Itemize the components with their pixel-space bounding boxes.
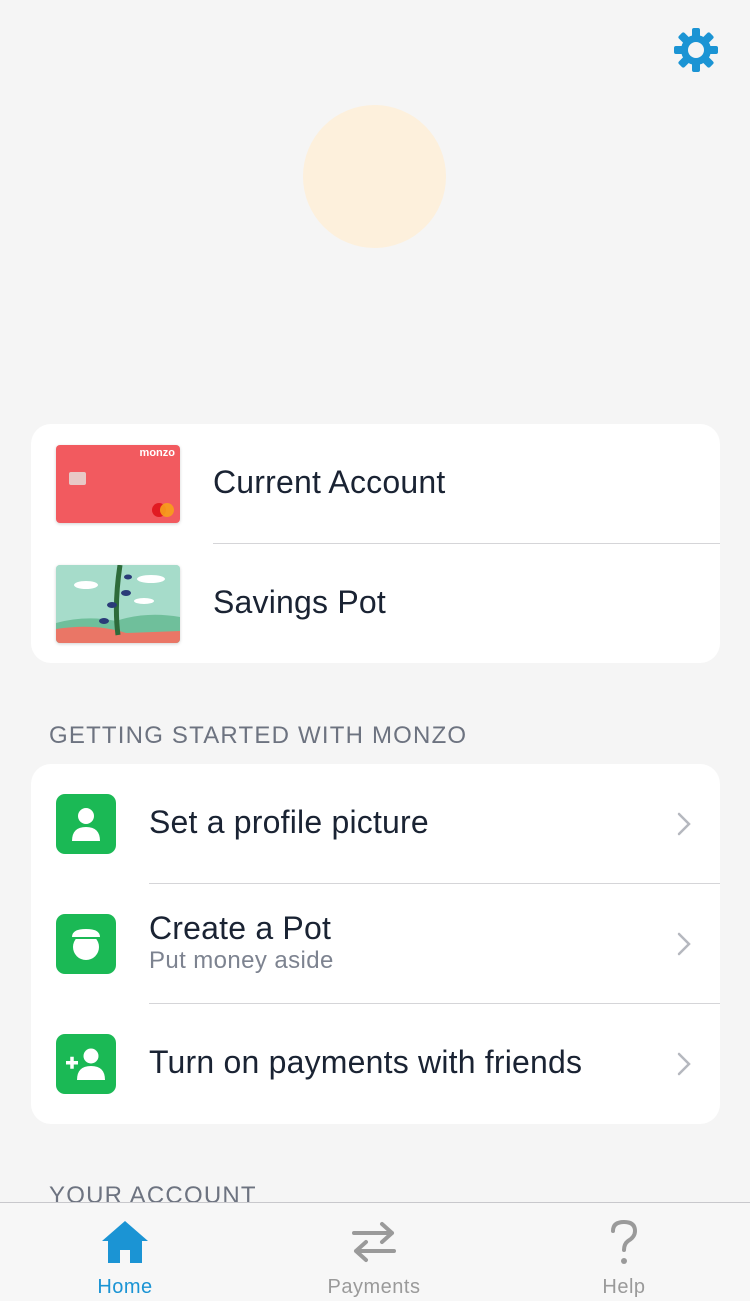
pot-icon (56, 914, 116, 974)
getting-started-heading: GETTING STARTED WITH MONZO (49, 722, 468, 749)
person-icon (56, 794, 116, 854)
mastercard-logo (152, 503, 174, 517)
card-chip (69, 472, 86, 485)
create-pot-title: Create a Pot (149, 910, 332, 946)
current-account-card-image: monzo (56, 445, 180, 523)
tab-payments[interactable]: Payments (294, 1203, 454, 1301)
tab-payments-label: Payments (327, 1276, 421, 1298)
question-icon (611, 1219, 638, 1264)
getting-started-card: Set a profile picture Create a Pot Put m… (31, 764, 720, 1124)
avatar[interactable] (303, 105, 446, 248)
current-account-label: Current Account (213, 464, 446, 500)
chevron-right-icon (677, 812, 691, 836)
tab-bar: Home Payments Help (0, 1202, 750, 1301)
tab-home[interactable]: Home (45, 1203, 205, 1301)
home-icon (102, 1221, 148, 1263)
settings-button[interactable] (672, 26, 720, 74)
create-pot-row[interactable]: Create a Pot Put money aside (31, 884, 720, 1004)
transfer-arrows-icon (352, 1222, 396, 1262)
savings-pot-row[interactable]: Savings Pot (31, 544, 720, 663)
current-account-row[interactable]: monzo Current Account (31, 424, 720, 544)
set-profile-picture-row[interactable]: Set a profile picture (31, 764, 720, 884)
card-brand-label: monzo (139, 447, 175, 459)
tab-help-label: Help (602, 1276, 646, 1298)
gear-icon (674, 28, 718, 72)
add-friend-icon (56, 1034, 116, 1094)
tab-help[interactable]: Help (544, 1203, 704, 1301)
chevron-right-icon (677, 1052, 691, 1076)
payments-with-friends-title: Turn on payments with friends (149, 1044, 583, 1080)
set-profile-picture-title: Set a profile picture (149, 804, 429, 840)
create-pot-subtitle: Put money aside (149, 947, 334, 974)
savings-pot-image (56, 565, 180, 643)
payments-with-friends-row[interactable]: Turn on payments with friends (31, 1004, 720, 1124)
beanstalk-illustration (56, 565, 180, 643)
accounts-card: monzo Current Account Savings Pot (31, 424, 720, 663)
savings-pot-label: Savings Pot (213, 584, 386, 620)
tab-home-label: Home (97, 1276, 153, 1298)
chevron-right-icon (677, 932, 691, 956)
